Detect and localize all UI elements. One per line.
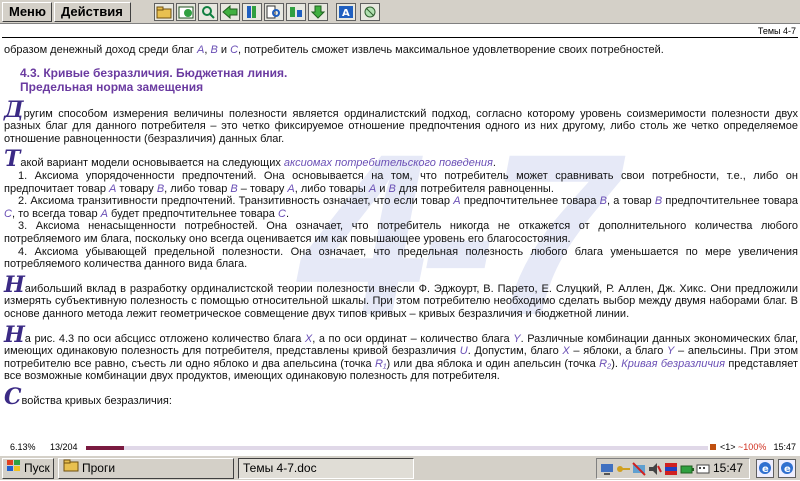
section-heading: 4.3. Кривые безразличия. Бюджетная линия…	[20, 65, 288, 80]
menu-button[interactable]: Меню	[2, 2, 52, 22]
document-title: Темы 4-7	[757, 26, 796, 36]
menu-bar: Меню Действия A	[0, 0, 800, 24]
task-progi[interactable]: Проги	[58, 458, 234, 479]
ie-icon[interactable]: e	[778, 459, 796, 478]
svg-text:A: A	[342, 8, 350, 19]
header-divider	[2, 37, 798, 38]
ie-icon[interactable]: e	[756, 459, 774, 478]
drop-cap: Н	[4, 271, 25, 298]
paragraph-properties: Свойства кривых безразличия:	[4, 383, 172, 410]
open-book-icon[interactable]	[176, 3, 196, 21]
tray-language-icon[interactable]	[664, 462, 678, 476]
document-content[interactable]: образом денежный доход среди благ A, B и…	[4, 44, 799, 410]
drop-cap: Д	[4, 96, 24, 123]
axiom-3: 3. Аксиома ненасыщенности потребностей. …	[4, 220, 798, 245]
taskbar-clock[interactable]: 15:47	[713, 461, 743, 475]
task-document[interactable]: Темы 4-7.doc	[238, 458, 414, 479]
drop-cap: Н	[4, 321, 25, 348]
axiom-1: 1. Аксиома упорядоченности предпочтений.…	[4, 169, 798, 195]
windows-logo-icon	[7, 459, 21, 478]
status-time: 15:47	[773, 442, 796, 452]
nav-zoom-group: <1> ~100%	[720, 442, 766, 452]
axiom-2: 2. Аксиома транзитивности предпочтений. …	[4, 195, 799, 220]
paragraph-ordinalist: Другим способом измерения величины полез…	[4, 96, 798, 145]
start-label: Пуск	[24, 461, 50, 475]
axioms-link[interactable]: аксиомах потребительского поведения	[284, 157, 493, 169]
rotate-icon[interactable]	[360, 3, 380, 21]
actions-menu-button[interactable]: Действия	[54, 2, 131, 22]
progress-marker[interactable]	[710, 444, 716, 450]
download-arrow-icon[interactable]	[308, 3, 328, 21]
tray-key-icon[interactable]	[616, 462, 630, 476]
page-nav[interactable]: <1>	[720, 442, 736, 452]
tray-battery-icon[interactable]	[680, 462, 694, 476]
paragraph-figure-4-3: На рис. 4.3 по оси абсцисс отложено коли…	[4, 321, 798, 383]
section-subheading: Предельная норма замещения	[20, 79, 204, 94]
progress-track[interactable]	[86, 446, 708, 450]
task-document-label: Темы 4-7.doc	[243, 461, 317, 475]
taskbar: Пуск Проги Темы 4-7.doc 15:47 e e	[0, 455, 800, 480]
axiom-4: 4. Аксиома убывающей предельной полезнос…	[4, 245, 798, 271]
progress-fill	[86, 446, 124, 450]
start-button[interactable]: Пуск	[2, 458, 54, 479]
progress-percent: 6.13%	[10, 442, 36, 452]
reader-status-bar: 6.13% 13/204 <1> ~100% 15:47	[0, 440, 800, 454]
tray-network-icon[interactable]	[632, 462, 646, 476]
back-arrow-icon[interactable]	[220, 3, 240, 21]
page-counter: 13/204	[50, 442, 78, 452]
bookmark-icon[interactable]	[242, 3, 262, 21]
indifference-curve-link[interactable]: Кривая безразличия	[621, 358, 725, 370]
search-icon[interactable]	[198, 3, 218, 21]
folder-icon[interactable]	[154, 3, 174, 21]
font-icon[interactable]: A	[336, 3, 356, 21]
paragraph-axioms-intro: Такой вариант модели основывается на сле…	[4, 146, 496, 173]
tray-keyboard-icon[interactable]	[696, 462, 710, 476]
task-progi-label: Проги	[82, 461, 116, 475]
zoom-level[interactable]: ~100%	[738, 442, 766, 452]
drop-cap: Т	[4, 146, 21, 173]
tray-computer-icon[interactable]	[600, 462, 614, 476]
tray-volume-icon[interactable]	[648, 462, 662, 476]
find-in-page-icon[interactable]	[264, 3, 284, 21]
drop-cap: С	[4, 383, 22, 410]
svg-text:e: e	[784, 464, 791, 475]
sort-icon[interactable]	[286, 3, 306, 21]
system-tray: 15:47	[596, 458, 750, 479]
intro-paragraph: образом денежный доход среди благ A, B и…	[4, 44, 664, 56]
folder-icon	[63, 459, 79, 478]
paragraph-contributors: Наибольший вклад в разработку ординалист…	[4, 271, 798, 320]
svg-text:e: e	[762, 464, 769, 475]
